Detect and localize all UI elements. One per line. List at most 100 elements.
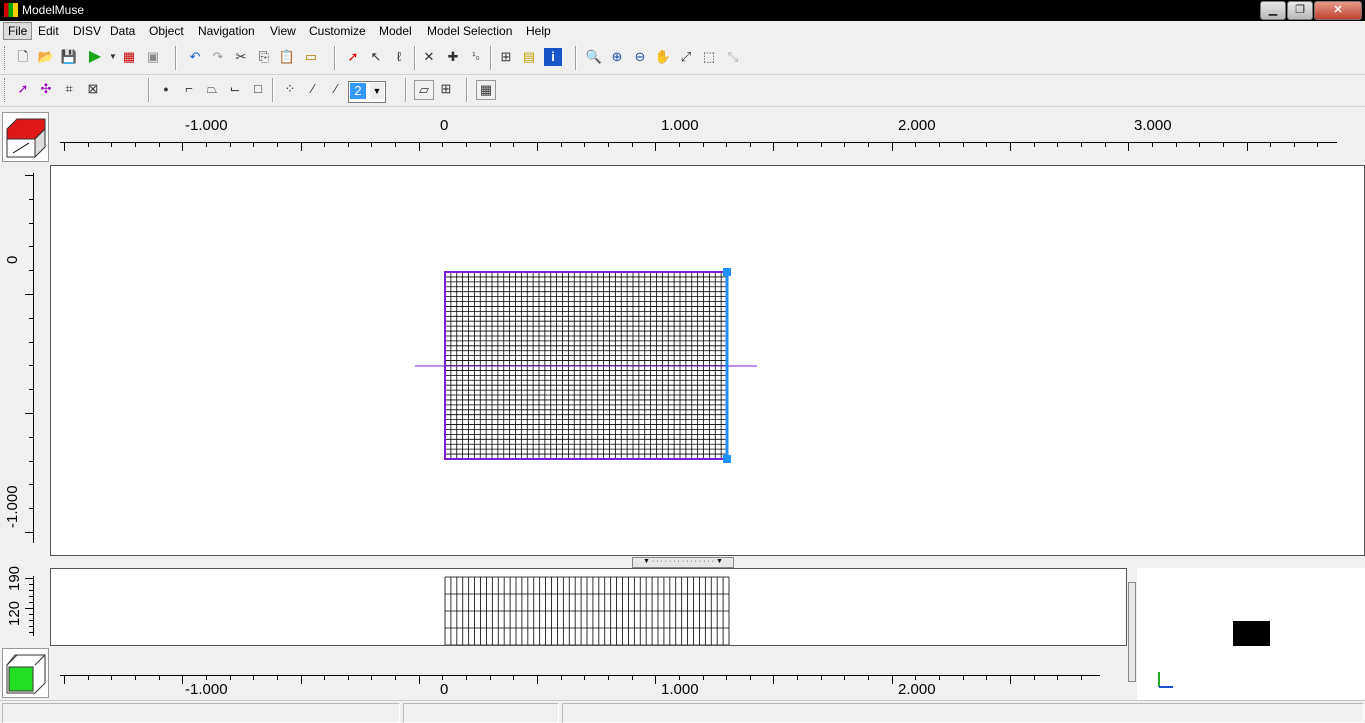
menu-bar: File Edit DISV Data Object Navigation Vi… xyxy=(0,21,1365,42)
selection-handle xyxy=(723,455,731,463)
ruler-label: 2.000 xyxy=(898,117,936,134)
menu-view[interactable]: View xyxy=(270,24,296,38)
show-grid-cells-icon[interactable]: ⊞ xyxy=(437,80,455,98)
window-title: ModelMuse xyxy=(22,3,85,17)
front-view-pane[interactable] xyxy=(50,568,1127,646)
ruler-label: 190 xyxy=(6,565,23,591)
front-z-ruler: 120 190 xyxy=(0,565,50,644)
redo-icon[interactable]: ↷ xyxy=(209,48,227,66)
open-file-icon[interactable]: 📂 xyxy=(37,48,55,66)
status-bar xyxy=(0,700,1365,723)
side-splitter[interactable] xyxy=(1128,582,1136,682)
ruler-label: -1.000 xyxy=(4,485,21,528)
menu-navigation[interactable]: Navigation xyxy=(198,24,255,38)
toolbar-grip xyxy=(4,46,8,70)
display-grid-icon[interactable]: ▦ xyxy=(476,80,496,100)
menu-model[interactable]: Model xyxy=(379,24,412,38)
add-grid-line-icon[interactable]: ✣ xyxy=(37,80,55,98)
measure-ruler-icon[interactable]: ▭ xyxy=(302,48,320,66)
zoom-selection-icon[interactable]: ⬚ xyxy=(700,48,718,66)
menu-data[interactable]: Data xyxy=(110,24,135,38)
save-file-icon[interactable]: 💾 xyxy=(60,48,78,66)
top-x-ruler: -1.000 0 1.000 2.000 3.000 xyxy=(50,110,1365,164)
cut-icon[interactable]: ✂ xyxy=(232,48,250,66)
selection-handle xyxy=(723,268,731,276)
info-icon[interactable]: i xyxy=(544,48,562,66)
zoom-in-icon[interactable]: ⊕ xyxy=(608,48,626,66)
show-2d-grid-icon[interactable]: ▱ xyxy=(414,80,434,100)
maximize-button[interactable]: ❐ xyxy=(1287,1,1313,20)
vertex-value-icon[interactable]: ¹₀ xyxy=(467,48,485,66)
rectangle-object-icon[interactable]: □ xyxy=(249,80,267,98)
line-object-icon[interactable]: ⌐ xyxy=(180,80,198,98)
ruler-label: 0 xyxy=(4,255,21,264)
layer-selector-dropdown[interactable]: 2 ▼ xyxy=(348,81,386,103)
point-cloud-icon[interactable]: ⁘ xyxy=(281,80,299,98)
status-pane-3 xyxy=(562,703,1364,723)
status-pane-2 xyxy=(403,703,559,723)
add-polygons-icon[interactable]: ⁄ xyxy=(327,80,345,98)
top-view-cube-icon xyxy=(6,118,46,159)
run-model-icon[interactable]: ▶ xyxy=(86,48,104,66)
close-button[interactable]: ✕ xyxy=(1314,1,1362,20)
title-bar: ModelMuse ▁ ❐ ✕ xyxy=(0,0,1365,21)
chevron-down-icon[interactable]: ▼ xyxy=(370,83,384,99)
model-thumbnail xyxy=(1233,621,1270,646)
point-object-icon[interactable]: ● xyxy=(157,80,175,98)
overview-panel[interactable] xyxy=(1137,568,1365,700)
menu-edit[interactable]: Edit xyxy=(38,24,59,38)
data-sets-icon[interactable]: ⊞ xyxy=(497,48,515,66)
ruler-label: 0 xyxy=(440,117,449,134)
menu-help[interactable]: Help xyxy=(526,24,551,38)
view-splitter[interactable]: ▼ · · · · · · · · · · · · · · · ▼ xyxy=(632,557,734,568)
generate-grid-icon[interactable]: ⊠ xyxy=(84,80,102,98)
ruler-label: 1.000 xyxy=(661,681,699,698)
menu-customize[interactable]: Customize xyxy=(309,24,366,38)
ruler-label: -1.000 xyxy=(185,117,228,134)
show-data-icon[interactable]: ▤ xyxy=(520,48,538,66)
menu-model-selection[interactable]: Model Selection xyxy=(427,24,512,38)
zoom-out-icon[interactable]: ⊖ xyxy=(631,48,649,66)
new-file-icon[interactable]: 🗋 xyxy=(14,48,32,66)
ruler-label: -1.000 xyxy=(185,681,228,698)
lasso-select-icon[interactable]: ℓ xyxy=(390,48,408,66)
polygon-object-icon[interactable]: ⏢ xyxy=(203,80,221,98)
paste-icon[interactable]: 📋 xyxy=(278,48,296,66)
ruler-label: 2.000 xyxy=(898,681,936,698)
select-line-icon[interactable]: ↖ xyxy=(367,48,385,66)
copy-icon[interactable]: ⎘ xyxy=(255,48,273,66)
front-x-ruler: -1.000 0 1.000 2.000 xyxy=(50,648,1130,700)
front-view-cube-button[interactable] xyxy=(2,648,49,698)
top-view-cube-button[interactable] xyxy=(2,112,49,162)
app-icon xyxy=(4,3,18,17)
edit-grid-icon[interactable]: ⌗ xyxy=(60,80,78,98)
minimize-button[interactable]: ▁ xyxy=(1260,1,1286,20)
color-grid-icon[interactable]: ▦ xyxy=(120,48,138,66)
restore-zoom-icon[interactable]: ⤡ xyxy=(724,48,742,66)
zoom-icon[interactable]: 🔍 xyxy=(585,48,603,66)
straight-line-icon[interactable]: ⌙ xyxy=(226,80,244,98)
select-pointer-icon[interactable]: ➚ xyxy=(344,48,362,66)
menu-disv[interactable]: DISV xyxy=(73,24,101,38)
axis-indicator-icon xyxy=(1158,672,1173,688)
top-view-pane[interactable] xyxy=(50,165,1365,556)
undo-icon[interactable]: ↶ xyxy=(186,48,204,66)
front-model-grid[interactable] xyxy=(51,569,1126,646)
pan-hand-icon[interactable]: ✋ xyxy=(654,48,672,66)
insert-vertex-icon[interactable]: ✚ xyxy=(444,48,462,66)
move-vertex-icon[interactable]: ✕ xyxy=(420,48,438,66)
top-y-ruler: 0 -1.000 xyxy=(0,165,50,555)
front-view-cube-icon xyxy=(6,654,46,694)
layer-selector-value: 2 xyxy=(350,83,366,99)
ruler-label: 0 xyxy=(440,681,449,698)
menu-file[interactable]: File xyxy=(3,22,33,40)
zoom-extents-icon[interactable]: ⤢ xyxy=(677,48,695,66)
select-cells-icon[interactable]: ➚ xyxy=(14,80,32,98)
object-toolbar: ➚ ✣ ⌗ ⊠ ● ⌐ ⏢ ⌙ □ ⁘ ⁄ ⁄ 2 ▼ ▱ ⊞ ▦ xyxy=(0,74,1365,107)
export-image-icon[interactable]: ▣ xyxy=(144,48,162,66)
ruler-label: 1.000 xyxy=(661,117,699,134)
add-lines-icon[interactable]: ⁄ xyxy=(304,80,322,98)
model-grid[interactable] xyxy=(51,166,1364,555)
main-toolbar: 🗋 📂 💾 ▶ ▼ ▦ ▣ ↶ ↷ ✂ ⎘ 📋 ▭ ➚ ↖ ℓ ✕ ✚ ¹₀ ⊞… xyxy=(0,42,1365,75)
menu-object[interactable]: Object xyxy=(149,24,184,38)
